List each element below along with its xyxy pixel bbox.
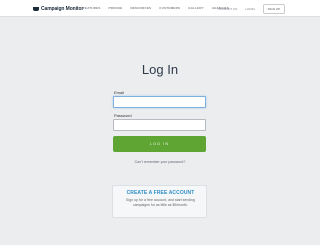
page-title: Log In	[141, 62, 179, 77]
top-navigation-bar: Campaign Monitor FEATURES PRICING RESOUR…	[0, 0, 320, 17]
nav-item-gallery[interactable]: GALLERY	[188, 6, 204, 10]
signup-card: CREATE A FREE ACCOUNT Sign up for a free…	[112, 185, 207, 218]
nav-item-resources[interactable]: RESOURCES	[130, 6, 151, 10]
signup-card-text: Sign up for a free account, and start se…	[126, 198, 195, 207]
sign-up-button[interactable]: SIGN UP	[262, 4, 285, 14]
email-label: Email	[114, 90, 125, 95]
contact-us-link[interactable]: CONTACT US	[218, 7, 237, 11]
brand-name: Campaign Monitor	[41, 5, 84, 12]
login-link[interactable]: LOGIN	[245, 7, 254, 11]
email-field[interactable]	[113, 96, 206, 108]
nav-item-customers[interactable]: CUSTOMERS	[159, 6, 180, 10]
forgot-password-link[interactable]: Can't remember your password?	[0, 160, 320, 164]
create-account-link[interactable]: CREATE A FREE ACCOUNT	[113, 190, 208, 196]
main-nav: FEATURES PRICING RESOURCES CUSTOMERS GAL…	[83, 6, 229, 10]
campaign-monitor-logo-icon	[33, 6, 39, 11]
log-in-button[interactable]: LOG IN	[113, 136, 206, 152]
brand-logo[interactable]: Campaign Monitor	[33, 5, 83, 12]
nav-item-pricing[interactable]: PRICING	[109, 6, 123, 10]
header-account-links: CONTACT US LOGIN SIGN UP	[218, 4, 285, 14]
password-field[interactable]	[113, 119, 206, 131]
password-label: Password	[114, 113, 132, 118]
nav-item-features[interactable]: FEATURES	[83, 6, 101, 10]
